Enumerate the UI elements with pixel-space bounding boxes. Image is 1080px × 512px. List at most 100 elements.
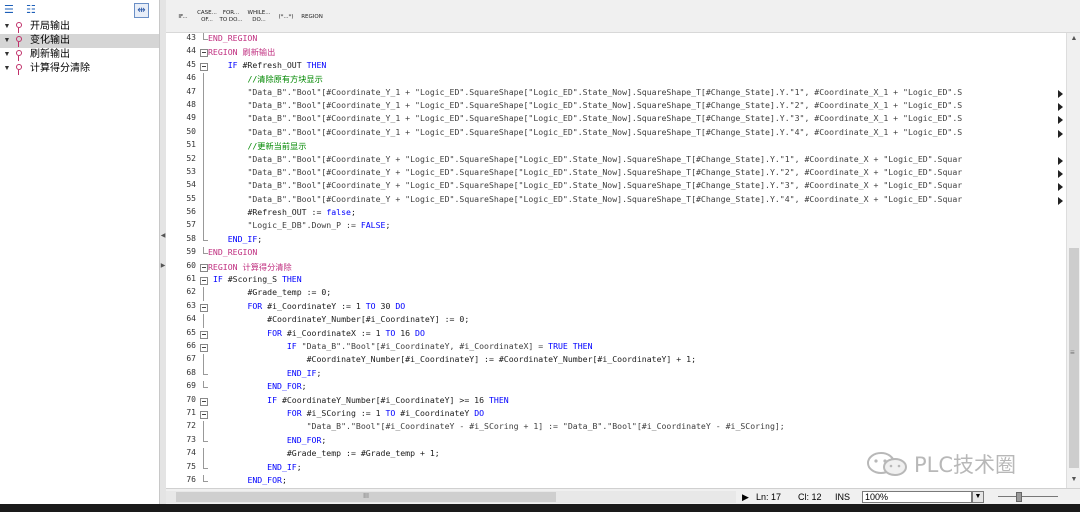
instruction-button[interactable]: IF... <box>171 4 195 30</box>
code-line[interactable]: 56 #Refresh_OUT := false; <box>166 207 1066 221</box>
code-token: #i_CoordinateY <box>395 407 475 418</box>
expand-triangle-icon[interactable]: ▼ <box>0 48 14 62</box>
fold-guide <box>200 421 208 436</box>
zoom-slider[interactable] <box>998 492 1058 502</box>
code-line[interactable]: 72 "Data_B"."Bool"[#i_CoordinateY - #i_S… <box>166 421 1066 436</box>
code-line[interactable]: 51 //更新当前显示 <box>166 140 1066 154</box>
code-line[interactable]: 73 END_FOR; <box>166 434 1066 448</box>
code-token: #CoordinateY_Number[#i_CoordinateY] := 0… <box>267 314 470 325</box>
tree-item[interactable]: ▼ 变化输出 <box>0 34 159 48</box>
expand-triangle-icon[interactable]: ▼ <box>0 20 14 34</box>
code-line[interactable]: 54 "Data_B"."Bool"[#Coordinate_Y + "Logi… <box>166 180 1066 195</box>
code-line[interactable]: 45 IF #Refresh_OUT THEN <box>166 60 1066 73</box>
code-token: #Scoring_S <box>222 274 282 285</box>
code-text: "Data_B"."Bool"[#i_CoordinateY - #i_SCor… <box>208 421 785 431</box>
expand-triangle-icon[interactable]: ▼ <box>0 62 14 76</box>
code-line[interactable]: 67 #CoordinateY_Number[#i_CoordinateY] :… <box>166 354 1066 369</box>
code-line[interactable]: 43 END_REGION <box>166 33 1066 46</box>
fold-toggle-icon[interactable] <box>200 274 208 287</box>
fold-toggle-icon[interactable] <box>200 328 208 341</box>
code-line[interactable]: 55 "Data_B"."Bool"[#Coordinate_Y + "Logi… <box>166 193 1066 208</box>
fold-toggle-icon[interactable] <box>200 341 208 354</box>
code-text: FOR #i_CoordinateY := 1 TO 30 DO <box>208 301 405 311</box>
tree-item[interactable]: ▼ 计算得分清除 <box>0 62 159 76</box>
code-token: END_FOR <box>247 474 282 485</box>
code-line[interactable]: 58 END_IF; <box>166 233 1066 247</box>
code-line[interactable]: 66 IF "Data_B"."Bool"[#i_CoordinateY, #i… <box>166 341 1066 354</box>
vertical-scroll-thumb[interactable] <box>1069 248 1079 468</box>
code-line[interactable]: 53 "Data_B"."Bool"[#Coordinate_Y + "Logi… <box>166 166 1066 181</box>
code-line[interactable]: 48 "Data_B"."Bool"[#Coordinate_Y_1 + "Lo… <box>166 99 1066 114</box>
tree-item[interactable]: ▼ 开局输出 <box>0 20 159 34</box>
instruction-button[interactable]: CASE... OF... <box>195 4 219 30</box>
horizontal-scrollbar[interactable]: III <box>166 491 736 503</box>
watermark: PLC技术圈 <box>866 449 1016 479</box>
code-token: THEN <box>281 274 302 285</box>
code-token: "Logic_E_DB".Down_P := <box>247 220 361 231</box>
code-token: "Data_B"."Bool"[#Coordinate_Y_1 + "Logic… <box>247 99 963 110</box>
vertical-scrollbar[interactable]: ▲ ▼ <box>1066 33 1080 488</box>
status-bar: III ▶ Ln: 17 Cl: 12 INS 100% ▼ <box>166 488 1080 504</box>
code-line[interactable]: 59 END_REGION <box>166 247 1066 260</box>
code-line[interactable]: 64 #CoordinateY_Number[#i_CoordinateY] :… <box>166 314 1066 328</box>
code-editor[interactable]: 43 END_REGION 44 REGION 刷新输出 45 IF #Refresh_… <box>166 33 1066 488</box>
insert-mode-indicator[interactable]: INS <box>835 491 850 503</box>
code-line[interactable]: 70 IF #CoordinateY_Number[#i_CoordinateY… <box>166 395 1066 408</box>
code-line[interactable]: 50 "Data_B"."Bool"[#Coordinate_Y_1 + "Lo… <box>166 126 1066 141</box>
code-line[interactable]: 63 FOR #i_CoordinateY := 1 TO 30 DO <box>166 301 1066 314</box>
code-token: THEN <box>306 59 327 70</box>
scroll-right-icon[interactable]: ▶ <box>742 491 749 503</box>
scroll-down-icon[interactable]: ▼ <box>1067 476 1080 483</box>
line-number: 62 <box>186 287 196 297</box>
code-token: ; <box>316 367 322 378</box>
code-line[interactable]: 57 "Logic_E_DB".Down_P := FALSE; <box>166 220 1066 235</box>
code-token: 16 <box>395 327 416 338</box>
fold-toggle-icon[interactable] <box>200 261 208 274</box>
code-token: END_IF <box>227 233 258 244</box>
instruction-button[interactable]: (*...*) <box>274 4 298 30</box>
code-line[interactable]: 69 END_FOR; <box>166 381 1066 394</box>
code-text: END_REGION <box>208 247 257 257</box>
scroll-up-icon[interactable]: ▲ <box>1067 35 1080 42</box>
fold-toggle-icon[interactable] <box>200 408 208 421</box>
code-line[interactable]: 68 END_IF; <box>166 367 1066 381</box>
code-text: "Data_B"."Bool"[#Coordinate_Y_1 + "Logic… <box>208 113 962 123</box>
fold-toggle-icon[interactable] <box>200 46 208 59</box>
instruction-button[interactable]: REGION <box>300 4 324 30</box>
code-line[interactable]: 49 "Data_B"."Bool"[#Coordinate_Y_1 + "Lo… <box>166 113 1066 128</box>
code-token: IF <box>227 59 238 70</box>
code-line[interactable]: 71 FOR #i_SCoring := 1 TO #i_CoordinateY… <box>166 408 1066 421</box>
code-line[interactable]: 65 FOR #i_CoordinateX := 1 TO 16 DO <box>166 328 1066 341</box>
hide-navigation-icon[interactable]: ⇹ <box>134 3 149 18</box>
code-line[interactable]: 46 //清除原有方块显示 <box>166 73 1066 87</box>
fold-toggle-icon[interactable] <box>200 60 208 73</box>
collapse-all-icon[interactable]: ☷ <box>26 4 42 16</box>
code-line[interactable]: 44 REGION 刷新输出 <box>166 46 1066 59</box>
code-line[interactable]: 52 "Data_B"."Bool"[#Coordinate_Y + "Logi… <box>166 153 1066 168</box>
code-token: "Data_B"."Bool"[#Coordinate_Y + "Logic_E… <box>247 166 963 177</box>
code-token: "Data_B"."Bool"[#i_CoordinateY, #i_Coord… <box>296 340 549 351</box>
code-line[interactable]: 62 #Grade_temp := 0; <box>166 287 1066 302</box>
code-text: #CoordinateY_Number[#i_CoordinateY] := #… <box>208 354 696 364</box>
fold-toggle-icon[interactable] <box>200 301 208 314</box>
instruction-button[interactable]: WHILE... DO... <box>247 4 271 30</box>
code-text: "Data_B"."Bool"[#Coordinate_Y_1 + "Logic… <box>208 100 962 110</box>
instruction-button[interactable]: FOR... TO DO... <box>219 4 243 30</box>
code-line[interactable]: 60 REGION 计算得分清除 <box>166 261 1066 274</box>
code-line[interactable]: 61 IF #Scoring_S THEN <box>166 274 1066 287</box>
horizontal-scroll-thumb[interactable]: III <box>176 492 556 502</box>
fold-toggle-icon[interactable] <box>200 395 208 408</box>
code-line[interactable]: 47 "Data_B"."Bool"[#Coordinate_Y_1 + "Lo… <box>166 86 1066 101</box>
zoom-select[interactable]: 100% <box>862 491 972 503</box>
expand-triangle-icon[interactable]: ▼ <box>0 34 14 48</box>
chevron-down-icon[interactable]: ▼ <box>972 491 984 503</box>
expand-all-icon[interactable]: ☰ <box>4 4 20 16</box>
tree-item[interactable]: ▼ 刷新输出 <box>0 48 159 62</box>
fold-guide <box>200 233 208 247</box>
code-token: TO <box>365 300 376 311</box>
